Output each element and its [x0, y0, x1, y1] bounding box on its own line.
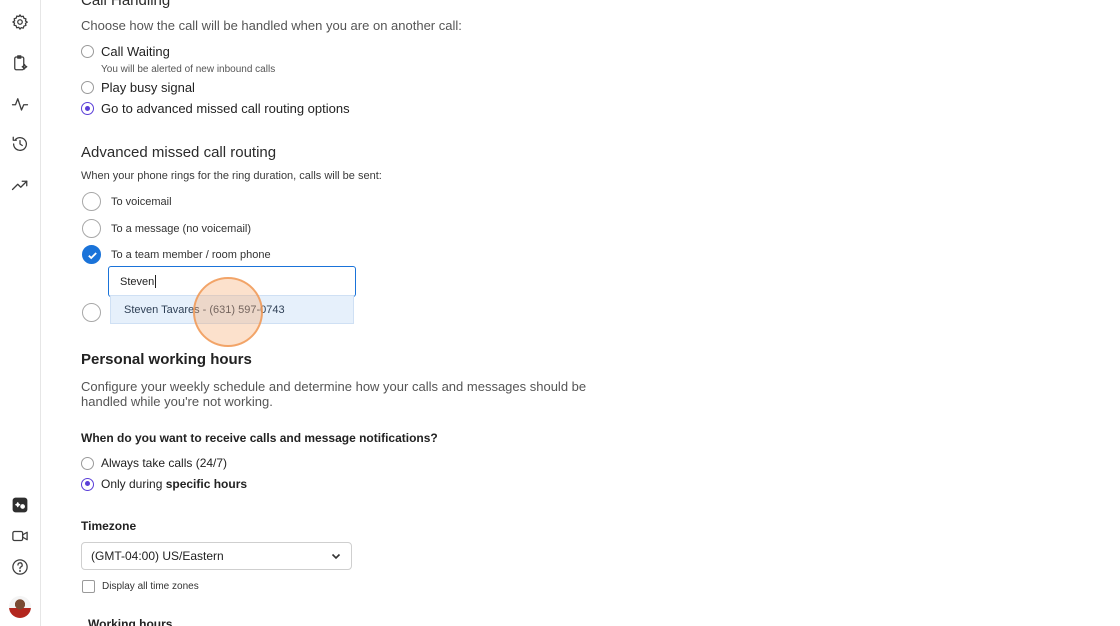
timezone-value: (GMT-04:00) US/Eastern [91, 549, 224, 563]
timezone-label: Timezone [81, 519, 137, 533]
check-icon [88, 252, 97, 260]
notification-question: When do you want to receive calls and me… [81, 431, 438, 445]
to-voicemail-radio[interactable] [82, 192, 101, 211]
history-icon[interactable] [9, 133, 31, 155]
call-waiting-option[interactable]: Call Waiting [81, 44, 170, 59]
call-waiting-subtext: You will be alerted of new inbound calls [101, 64, 276, 75]
advanced-routing-heading: Advanced missed call routing [81, 144, 277, 161]
to-voicemail-option[interactable]: To voicemail [82, 192, 172, 211]
to-team-member-option[interactable]: To a team member / room phone [82, 245, 271, 264]
team-member-suggestion-text: Steven Tavares - (631) 597-0743 [124, 303, 285, 316]
text-caret [155, 275, 157, 288]
specific-hours-radio[interactable] [81, 477, 94, 491]
working-hours-sub-label: Working hours [88, 617, 173, 626]
working-hours-description-line1: Configure your weekly schedule and deter… [81, 379, 587, 394]
always-take-calls-radio[interactable] [81, 456, 94, 470]
ai-assistant-icon[interactable] [9, 494, 31, 516]
display-all-timezones-checkbox[interactable] [82, 580, 95, 593]
to-message-label: To a message (no voicemail) [111, 222, 252, 235]
display-all-timezones-label: Display all time zones [102, 581, 199, 592]
to-team-member-label: To a team member / room phone [111, 248, 271, 261]
advanced-routing-radio[interactable] [81, 102, 94, 115]
partially-hidden-radio[interactable] [82, 303, 101, 322]
always-take-calls-label: Always take calls (24/7) [101, 456, 228, 470]
advanced-routing-option[interactable]: Go to advanced missed call routing optio… [81, 101, 350, 116]
call-handling-heading: Call Handling [81, 0, 171, 9]
team-member-search-value: Steven [120, 275, 155, 288]
working-hours-heading: Personal working hours [81, 351, 252, 368]
specific-hours-prefix: Only during [101, 477, 166, 491]
to-message-radio[interactable] [82, 219, 101, 238]
specific-hours-label: Only during specific hours [101, 477, 247, 491]
play-busy-radio[interactable] [81, 81, 94, 94]
specific-hours-bold: specific hours [165, 477, 248, 491]
play-busy-option[interactable]: Play busy signal [81, 80, 195, 95]
working-hours-description-line2: handled while you're not working. [81, 394, 273, 409]
advanced-routing-description: When your phone rings for the ring durat… [81, 170, 382, 182]
chevron-down-icon [331, 553, 341, 560]
team-member-suggestion[interactable]: Steven Tavares - (631) 597-0743 [110, 295, 354, 324]
activity-icon[interactable] [9, 93, 31, 115]
advanced-routing-label: Go to advanced missed call routing optio… [101, 101, 350, 116]
settings-content: Call Handling Choose how the call will b… [81, 0, 1120, 626]
left-sidebar [0, 0, 41, 626]
trending-icon[interactable] [9, 174, 31, 196]
team-member-search-input[interactable]: Steven [108, 266, 356, 297]
video-icon[interactable] [9, 525, 31, 547]
call-handling-description: Choose how the call will be handled when… [81, 18, 462, 33]
play-busy-label: Play busy signal [101, 80, 195, 95]
call-waiting-radio[interactable] [81, 45, 94, 58]
avatar[interactable] [9, 596, 31, 618]
call-waiting-label: Call Waiting [101, 44, 170, 59]
display-all-timezones-option[interactable]: Display all time zones [82, 580, 199, 593]
to-team-member-radio[interactable] [82, 245, 101, 264]
to-voicemail-label: To voicemail [111, 195, 172, 208]
to-message-option[interactable]: To a message (no voicemail) [82, 219, 251, 238]
clipboard-sparkle-icon[interactable] [9, 52, 31, 74]
help-icon[interactable] [9, 556, 31, 578]
specific-hours-option[interactable]: Only during specific hours [81, 477, 247, 491]
settings-icon[interactable] [9, 11, 31, 33]
always-take-calls-option[interactable]: Always take calls (24/7) [81, 456, 227, 470]
timezone-select[interactable]: (GMT-04:00) US/Eastern [81, 542, 352, 570]
